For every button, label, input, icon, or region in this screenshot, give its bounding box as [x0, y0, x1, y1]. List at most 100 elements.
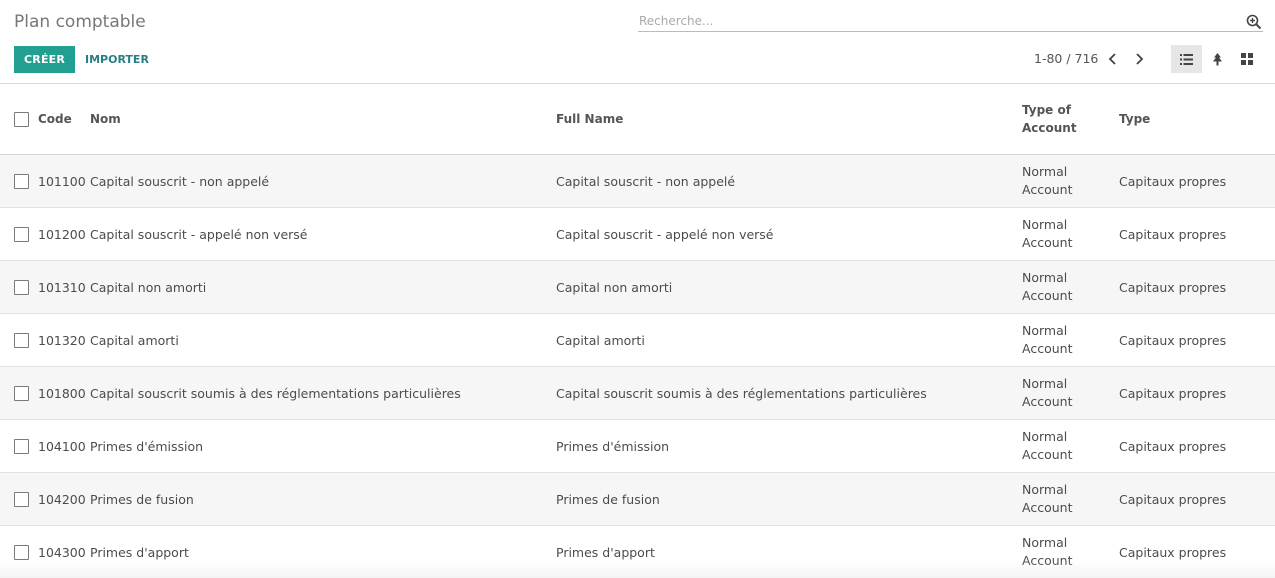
- cell-type: Capitaux propres: [1119, 226, 1227, 242]
- row-checkbox[interactable]: [14, 491, 29, 507]
- select-all-checkbox[interactable]: [14, 111, 29, 127]
- row-select-cell: [14, 526, 30, 578]
- column-header-full-name[interactable]: Full Name: [556, 84, 1016, 154]
- column-header-type-of-account-line1: Type of: [1022, 103, 1071, 117]
- cell-type: Capitaux propres: [1119, 173, 1227, 189]
- cell-type-of-account-line1: Normal: [1022, 217, 1068, 232]
- cell-code: 104200: [38, 491, 86, 507]
- table-row[interactable]: 104200 Primes de fusion Primes de fusion…: [0, 473, 1275, 526]
- cell-type-of-account-line2: Account: [1022, 447, 1073, 462]
- table-row[interactable]: 104100 Primes d'émission Primes d'émissi…: [0, 420, 1275, 473]
- chevron-left-icon[interactable]: [1103, 49, 1123, 69]
- cell-full-name: Primes d'apport: [556, 544, 655, 560]
- import-button[interactable]: IMPORTER: [76, 46, 158, 73]
- cell-type-of-account: Normal Account: [1022, 155, 1112, 207]
- table-row[interactable]: 101320 Capital amorti Capital amorti Nor…: [0, 314, 1275, 367]
- column-header-nom[interactable]: Nom: [90, 84, 550, 154]
- cell-full-name: Capital amorti: [556, 332, 645, 348]
- search-box: [638, 11, 1263, 32]
- column-header-type[interactable]: Type: [1119, 84, 1269, 154]
- row-checkbox[interactable]: [14, 226, 29, 242]
- cell-nom: Primes d'émission: [90, 438, 204, 454]
- row-checkbox[interactable]: [14, 173, 29, 189]
- cell-type-of-account-line2: Account: [1022, 341, 1073, 356]
- page-title: Plan comptable: [14, 12, 146, 32]
- cell-nom: Capital souscrit soumis à des réglementa…: [90, 385, 461, 401]
- row-checkbox[interactable]: [14, 438, 29, 454]
- accounts-table: Code Nom Full Name Type of Account Type …: [0, 84, 1275, 578]
- cell-nom: Primes de fusion: [90, 491, 194, 507]
- row-select-cell: [14, 155, 30, 207]
- control-panel: Plan comptable CRÉER IMPORTER 1-80 / 716: [0, 0, 1275, 84]
- cell-full-name: Capital souscrit soumis à des réglementa…: [556, 385, 927, 401]
- cell-full-name: Primes de fusion: [556, 491, 660, 507]
- table-header: Code Nom Full Name Type of Account Type: [0, 84, 1275, 155]
- search-input[interactable]: [638, 11, 1218, 31]
- cell-type-of-account-line2: Account: [1022, 235, 1073, 250]
- cell-type-of-account-line1: Normal: [1022, 270, 1068, 285]
- cell-type-of-account-line1: Normal: [1022, 482, 1068, 497]
- cell-type-of-account: Normal Account: [1022, 261, 1112, 313]
- cell-type-of-account: Normal Account: [1022, 208, 1112, 260]
- cell-code: 101100: [38, 173, 86, 189]
- cell-code: 101200: [38, 226, 86, 242]
- row-select-cell: [14, 420, 30, 472]
- cell-type-of-account-line2: Account: [1022, 553, 1073, 568]
- cell-type-of-account-line1: Normal: [1022, 164, 1068, 179]
- row-select-cell: [14, 208, 30, 260]
- row-select-cell: [14, 261, 30, 313]
- cell-code: 101800: [38, 385, 86, 401]
- cell-type-of-account: Normal Account: [1022, 420, 1112, 472]
- table-row[interactable]: 101200 Capital souscrit - appelé non ver…: [0, 208, 1275, 261]
- row-select-cell: [14, 314, 30, 366]
- row-checkbox[interactable]: [14, 332, 29, 348]
- cell-type-of-account: Normal Account: [1022, 473, 1112, 525]
- cell-full-name: Capital non amorti: [556, 279, 673, 295]
- table-row[interactable]: 101800 Capital souscrit soumis à des rég…: [0, 367, 1275, 420]
- row-select-cell: [14, 473, 30, 525]
- cell-type-of-account-line2: Account: [1022, 394, 1073, 409]
- list-view-icon[interactable]: [1171, 45, 1202, 73]
- cell-nom: Capital souscrit - appelé non versé: [90, 226, 308, 242]
- row-checkbox[interactable]: [14, 385, 29, 401]
- cell-type-of-account-line1: Normal: [1022, 535, 1068, 550]
- chevron-right-icon[interactable]: [1129, 49, 1149, 69]
- cell-nom: Capital amorti: [90, 332, 179, 348]
- row-checkbox[interactable]: [14, 544, 29, 560]
- cell-nom: Primes d'apport: [90, 544, 189, 560]
- select-all-cell: [14, 84, 30, 154]
- cell-code: 101310: [38, 279, 86, 295]
- cell-type-of-account-line1: Normal: [1022, 429, 1068, 444]
- cell-type: Capitaux propres: [1119, 438, 1227, 454]
- column-header-type-of-account[interactable]: Type of Account: [1022, 84, 1112, 154]
- kanban-view-icon[interactable]: [1231, 45, 1262, 73]
- cell-type: Capitaux propres: [1119, 544, 1227, 560]
- search-plus-icon[interactable]: [1246, 14, 1262, 30]
- cell-code: 104100: [38, 438, 86, 454]
- cell-full-name: Capital souscrit - non appelé: [556, 173, 736, 189]
- cell-type: Capitaux propres: [1119, 491, 1227, 507]
- cell-type-of-account-line1: Normal: [1022, 323, 1068, 338]
- cell-type: Capitaux propres: [1119, 385, 1227, 401]
- cell-type: Capitaux propres: [1119, 279, 1227, 295]
- table-row[interactable]: 104300 Primes d'apport Primes d'apport N…: [0, 526, 1275, 578]
- cell-nom: Capital non amorti: [90, 279, 207, 295]
- table-row[interactable]: 101100 Capital souscrit - non appelé Cap…: [0, 155, 1275, 208]
- cell-type-of-account: Normal Account: [1022, 526, 1112, 578]
- create-button[interactable]: CRÉER: [14, 46, 76, 73]
- column-header-code[interactable]: Code: [38, 84, 90, 154]
- cell-type-of-account-line2: Account: [1022, 182, 1073, 197]
- cell-type-of-account: Normal Account: [1022, 314, 1112, 366]
- row-checkbox[interactable]: [14, 279, 29, 295]
- cell-nom: Capital souscrit - non appelé: [90, 173, 270, 189]
- cell-full-name: Capital souscrit - appelé non versé: [556, 226, 774, 242]
- column-header-type-of-account-line2: Account: [1022, 121, 1077, 135]
- table-row[interactable]: 101310 Capital non amorti Capital non am…: [0, 261, 1275, 314]
- tree-view-icon[interactable]: [1202, 45, 1233, 73]
- cell-code: 101320: [38, 332, 86, 348]
- cell-type: Capitaux propres: [1119, 332, 1227, 348]
- cell-type-of-account-line2: Account: [1022, 288, 1073, 303]
- cell-code: 104300: [38, 544, 86, 560]
- pager-value[interactable]: 1-80 / 716: [1034, 51, 1098, 66]
- row-select-cell: [14, 367, 30, 419]
